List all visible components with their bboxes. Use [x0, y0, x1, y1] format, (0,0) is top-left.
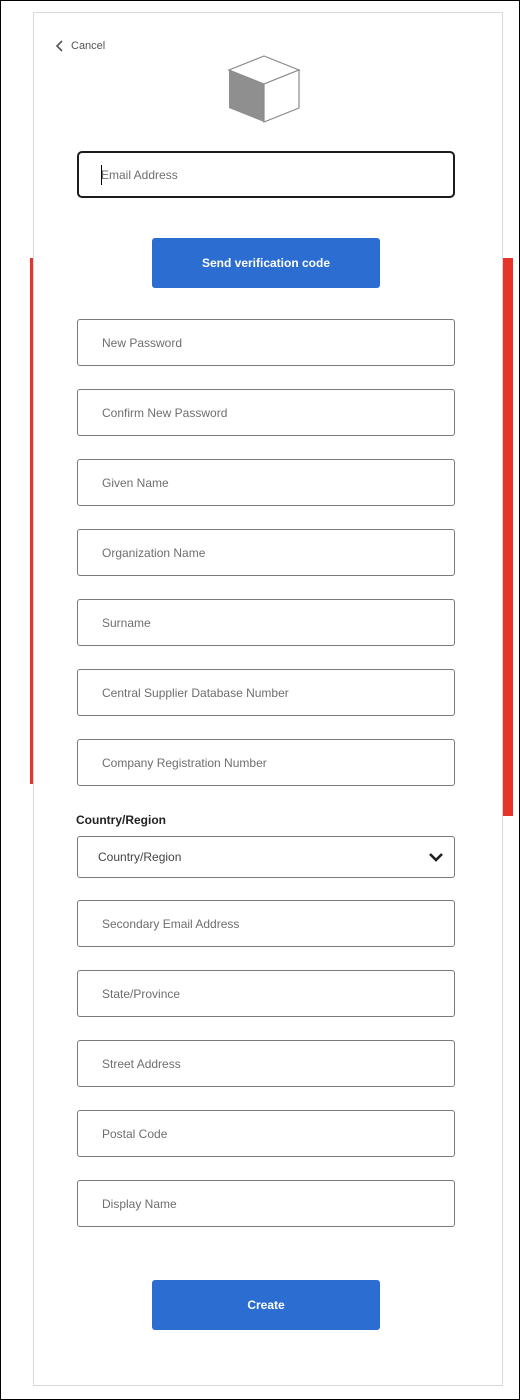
given-name-field[interactable]	[77, 459, 455, 506]
company-registration-field[interactable]	[77, 739, 455, 786]
secondary-email-field[interactable]	[77, 900, 455, 947]
display-name-input[interactable]	[102, 1181, 454, 1226]
create-button[interactable]: Create	[152, 1280, 380, 1330]
new-password-field[interactable]	[77, 319, 455, 366]
secondary-email-input[interactable]	[102, 901, 454, 946]
street-address-input[interactable]	[102, 1041, 454, 1086]
company-registration-input[interactable]	[102, 740, 454, 785]
text-caret	[101, 165, 102, 185]
csd-number-input[interactable]	[102, 670, 454, 715]
street-address-field[interactable]	[77, 1040, 455, 1087]
chevron-left-icon	[55, 40, 63, 52]
display-name-field[interactable]	[77, 1180, 455, 1227]
country-label: Country/Region	[76, 813, 166, 827]
send-verification-button[interactable]: Send verification code	[152, 238, 380, 288]
given-name-input[interactable]	[102, 460, 454, 505]
confirm-password-field[interactable]	[77, 389, 455, 436]
surname-field[interactable]	[77, 599, 455, 646]
organization-name-field[interactable]	[77, 529, 455, 576]
organization-name-input[interactable]	[102, 530, 454, 575]
postal-code-input[interactable]	[102, 1111, 454, 1156]
email-input[interactable]	[101, 153, 453, 196]
country-selected-value: Country/Region	[98, 850, 182, 864]
postal-code-field[interactable]	[77, 1110, 455, 1157]
surname-input[interactable]	[102, 600, 454, 645]
state-province-input[interactable]	[102, 971, 454, 1016]
confirm-password-input[interactable]	[102, 390, 454, 435]
cube-icon	[227, 55, 301, 123]
new-password-input[interactable]	[102, 320, 454, 365]
cancel-label: Cancel	[71, 40, 106, 52]
csd-number-field[interactable]	[77, 669, 455, 716]
email-field[interactable]	[77, 151, 455, 198]
chevron-down-icon	[429, 853, 443, 862]
state-province-field[interactable]	[77, 970, 455, 1017]
country-select[interactable]: Country/Region	[77, 836, 455, 878]
cancel-link[interactable]: Cancel	[55, 36, 105, 56]
